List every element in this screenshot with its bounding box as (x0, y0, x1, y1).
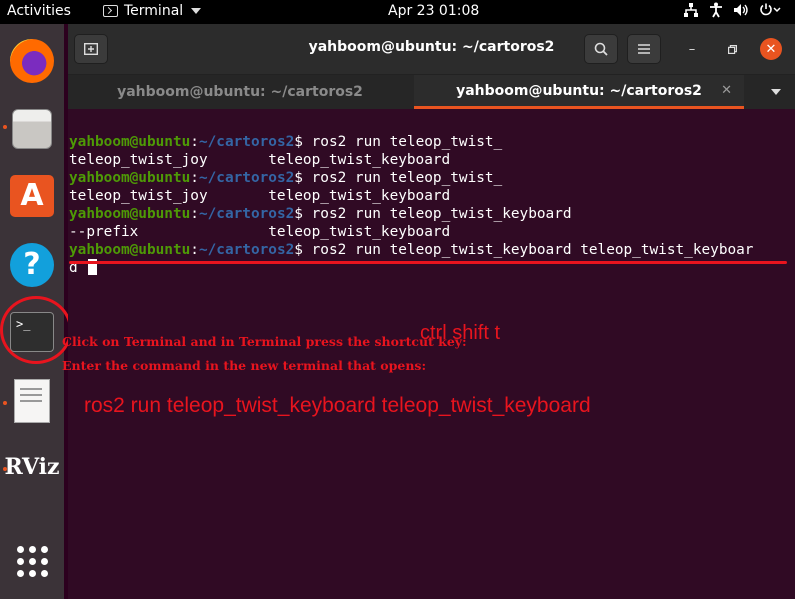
chevron-down-icon (191, 8, 202, 14)
dock-item-rviz[interactable]: RViz (4, 442, 60, 492)
annotation-circle (0, 296, 72, 364)
terminal-icon (103, 5, 118, 17)
minimize-icon: – (688, 41, 696, 57)
help-icon: ? (10, 243, 54, 287)
dock-item-firefox[interactable] (7, 36, 57, 86)
terminal-line: yahboom@ubuntu:~/cartoros2$ ros2 run tel… (69, 206, 572, 222)
close-icon[interactable]: ✕ (721, 83, 732, 98)
hamburger-icon (638, 44, 650, 54)
dock-item-files[interactable] (7, 104, 57, 154)
terminal-line: teleop_twist_joy teleop_twist_keyboard (69, 188, 451, 204)
dock-item-help[interactable]: ? (7, 240, 57, 290)
terminal-output[interactable]: yahboom@ubuntu:~/cartoros2$ ros2 run tel… (69, 115, 753, 277)
terminal-window: yahboom@ubuntu: ~/cartoros2 – ✕ yahboom@… (62, 24, 795, 599)
terminal-line: --prefix teleop_twist_keyboard (69, 224, 451, 240)
clock[interactable]: Apr 23 01:08 (388, 3, 479, 19)
tab-label: yahboom@ubuntu: ~/cartoros2 (456, 82, 702, 99)
rviz-icon: RViz (4, 454, 60, 480)
terminal-line: teleop_twist_joy teleop_twist_keyboard (69, 152, 451, 168)
volume-icon[interactable] (733, 3, 749, 21)
maximize-button[interactable] (721, 38, 743, 60)
software-store-icon: A (10, 175, 54, 217)
tab-bar: yahboom@ubuntu: ~/cartoros2 yahboom@ubun… (68, 75, 795, 109)
annotation-shortcut: ctrl shift t (420, 322, 501, 344)
tab-2-active[interactable]: yahboom@ubuntu: ~/cartoros2 ✕ (414, 75, 744, 109)
search-button[interactable] (584, 34, 618, 64)
tab-1[interactable]: yahboom@ubuntu: ~/cartoros2 (68, 75, 412, 109)
firefox-icon (10, 39, 54, 83)
system-tray[interactable] (683, 2, 781, 22)
search-icon (594, 42, 608, 56)
accessibility-icon[interactable] (709, 2, 723, 22)
header-bar: yahboom@ubuntu: ~/cartoros2 – ✕ (68, 24, 795, 75)
annotation-instruction-1: Click on Terminal and in Terminal press … (62, 334, 467, 349)
annotation-instruction-2: Enter the command in the new terminal th… (62, 358, 427, 373)
terminal-line: yahboom@ubuntu:~/cartoros2$ ros2 run tel… (69, 170, 503, 186)
show-applications-button[interactable] (7, 536, 57, 586)
menu-button[interactable] (627, 34, 661, 64)
dock-item-text-editor[interactable] (7, 376, 57, 426)
terminal-line: yahboom@ubuntu:~/cartoros2$ ros2 run tel… (69, 134, 503, 150)
restore-icon (727, 44, 737, 54)
tab-label: yahboom@ubuntu: ~/cartoros2 (117, 84, 363, 100)
show-apps-icon (17, 546, 48, 577)
terminal-line: yahboom@ubuntu:~/cartoros2$ ros2 run tel… (69, 242, 754, 258)
minimize-button[interactable]: – (681, 38, 703, 60)
annotation-command: ros2 run teleop_twist_keyboard teleop_tw… (84, 394, 591, 417)
close-icon: ✕ (765, 41, 777, 57)
power-icon[interactable] (759, 3, 781, 21)
tab-menu-chevron-down-icon[interactable] (771, 89, 781, 95)
app-menu[interactable]: Terminal (103, 3, 202, 19)
top-bar: Activities Terminal Apr 23 01:08 (0, 0, 795, 24)
annotation-underline (69, 261, 787, 264)
activities-button[interactable]: Activities (7, 3, 71, 19)
files-icon (12, 109, 52, 149)
network-icon[interactable] (683, 3, 699, 21)
close-button[interactable]: ✕ (760, 38, 782, 60)
app-menu-label: Terminal (124, 3, 184, 19)
dock-item-software[interactable]: A (7, 171, 57, 221)
text-editor-icon (14, 379, 50, 423)
